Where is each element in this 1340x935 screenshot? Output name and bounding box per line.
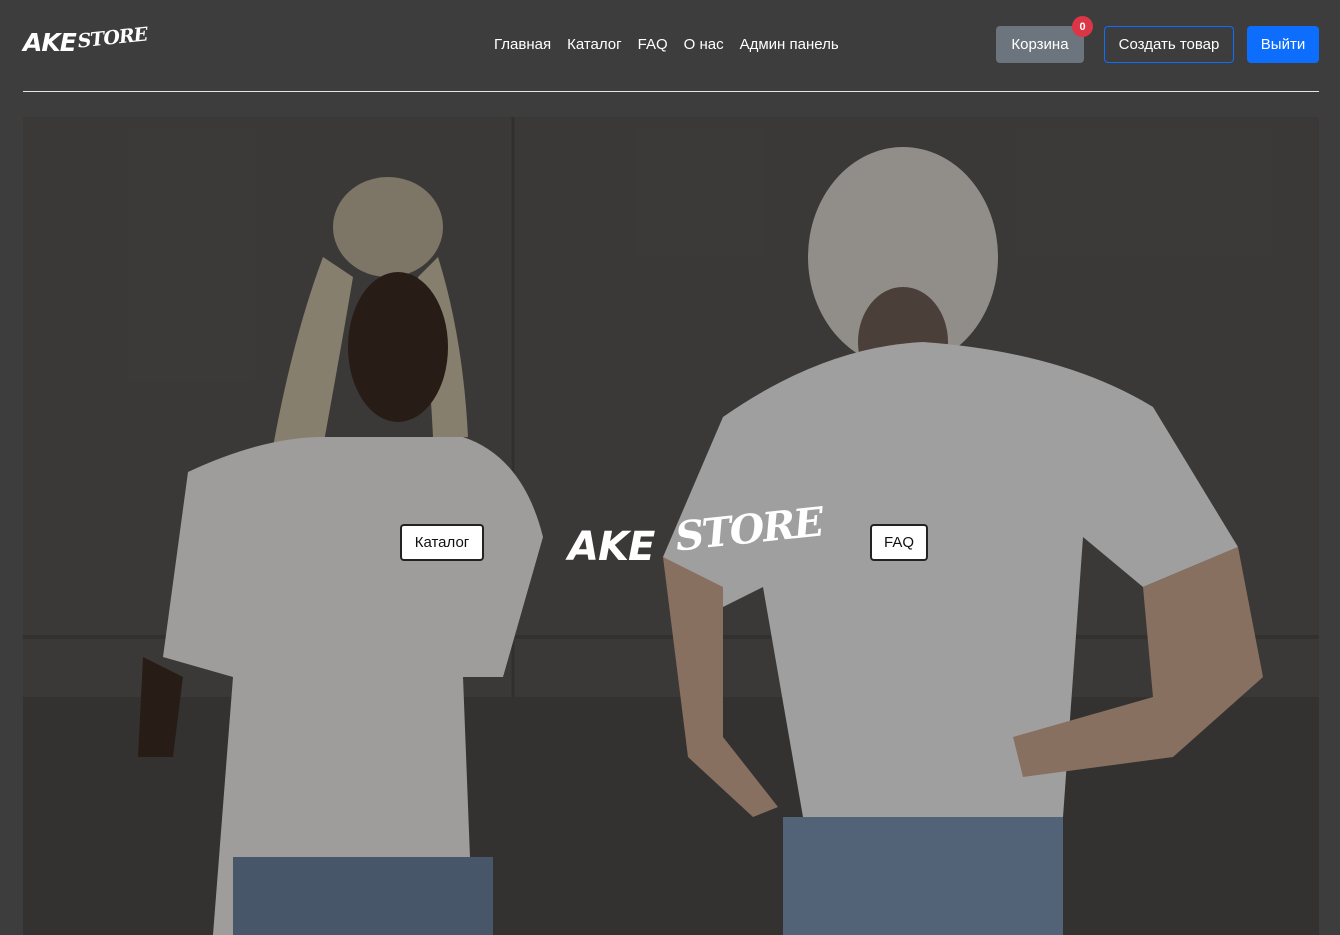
header-divider [23,91,1319,92]
logout-button[interactable]: Выйти [1247,26,1319,63]
cart-count-badge: 0 [1072,16,1093,37]
nav-link-faq[interactable]: FAQ [630,34,676,56]
create-product-button[interactable]: Создать товар [1104,26,1234,63]
hero-banner: Каталог AKE STORE FAQ [23,117,1319,935]
hero-logo-store: STORE [672,498,825,561]
nav-link-home[interactable]: Главная [486,34,559,56]
main-nav: Главная Каталог FAQ О нас Админ панель [486,34,847,56]
hero-faq-button[interactable]: FAQ [870,524,928,561]
nav-link-about[interactable]: О нас [676,34,732,56]
nav-link-catalog[interactable]: Каталог [559,34,630,56]
nav-link-admin[interactable]: Админ панель [732,34,847,56]
brand-logo[interactable]: AKE STORE [23,22,148,62]
hero-logo-ake: AKE [568,524,655,570]
cart-button[interactable]: Корзина [996,26,1084,63]
hero-catalog-button[interactable]: Каталог [400,524,484,561]
logo-store-text: STORE [76,23,149,53]
top-navbar: AKE STORE Главная Каталог FAQ О нас Адми… [0,0,1340,92]
hero-logo: AKE STORE [568,498,824,570]
logo-ake-text: AKE [23,27,77,57]
